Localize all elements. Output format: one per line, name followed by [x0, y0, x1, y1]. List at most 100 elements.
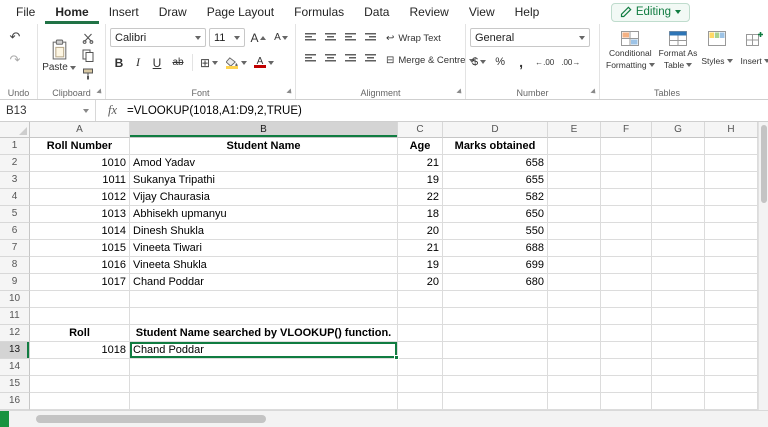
cell-H6[interactable] — [705, 223, 758, 240]
cell-G1[interactable] — [652, 138, 705, 155]
cell-C12[interactable] — [398, 325, 443, 342]
cell-G13[interactable] — [652, 342, 705, 359]
cell-F11[interactable] — [601, 308, 652, 325]
cell-F3[interactable] — [601, 172, 652, 189]
font-color-button[interactable]: A — [251, 53, 277, 72]
cell-G9[interactable] — [652, 274, 705, 291]
cell-C6[interactable]: 20 — [398, 223, 443, 240]
cell-C3[interactable]: 19 — [398, 172, 443, 189]
cell-H7[interactable] — [705, 240, 758, 257]
cell-G7[interactable] — [652, 240, 705, 257]
row-header-15[interactable]: 15 — [0, 376, 30, 393]
ribbon-tab-home[interactable]: Home — [45, 0, 98, 24]
cell-F4[interactable] — [601, 189, 652, 206]
cell-D12[interactable] — [443, 325, 548, 342]
cell-E12[interactable] — [548, 325, 601, 342]
orientation-button[interactable] — [360, 28, 380, 46]
borders-button[interactable]: ⊞ — [197, 53, 221, 72]
row-header-9[interactable]: 9 — [0, 274, 30, 291]
cell-G14[interactable] — [652, 359, 705, 376]
cell-B10[interactable] — [130, 291, 398, 308]
cell-A8[interactable]: 1016 — [30, 257, 130, 274]
fx-icon[interactable]: fx — [96, 103, 127, 118]
cell-G5[interactable] — [652, 206, 705, 223]
wrap-text-button[interactable]: ↩ Wrap Text — [384, 29, 477, 48]
cell-D8[interactable]: 699 — [443, 257, 548, 274]
cell-B8[interactable]: Vineeta Shukla — [130, 257, 398, 274]
cell-F8[interactable] — [601, 257, 652, 274]
insert-cells-button[interactable]: Insert — [739, 28, 768, 84]
ribbon-tab-draw[interactable]: Draw — [149, 0, 197, 24]
paste-button[interactable]: Paste — [42, 28, 76, 84]
cell-F1[interactable] — [601, 138, 652, 155]
cell-C1[interactable]: Age — [398, 138, 443, 155]
cell-H5[interactable] — [705, 206, 758, 223]
cell-A10[interactable] — [30, 291, 130, 308]
cell-E8[interactable] — [548, 257, 601, 274]
cut-button[interactable] — [79, 29, 97, 46]
row-header-1[interactable]: 1 — [0, 138, 30, 155]
cell-H14[interactable] — [705, 359, 758, 376]
cell-D15[interactable] — [443, 376, 548, 393]
increase-font-size-button[interactable]: A — [248, 28, 268, 47]
cell-A5[interactable]: 1013 — [30, 206, 130, 223]
cell-G3[interactable] — [652, 172, 705, 189]
middle-align-button[interactable] — [320, 28, 340, 46]
cell-F16[interactable] — [601, 393, 652, 410]
align-left-button[interactable] — [300, 49, 320, 67]
ribbon-tab-file[interactable]: File — [6, 0, 45, 24]
column-header-B[interactable]: B — [130, 122, 398, 138]
column-header-G[interactable]: G — [652, 122, 705, 138]
cell-B11[interactable] — [130, 308, 398, 325]
vertical-scrollbar-thumb[interactable] — [761, 125, 767, 203]
bold-button[interactable]: B — [110, 53, 128, 72]
cell-B3[interactable]: Sukanya Tripathi — [130, 172, 398, 189]
cell-F10[interactable] — [601, 291, 652, 308]
cell-D3[interactable]: 655 — [443, 172, 548, 189]
ribbon-tab-formulas[interactable]: Formulas — [284, 0, 354, 24]
cell-B15[interactable] — [130, 376, 398, 393]
cell-B4[interactable]: Vijay Chaurasia — [130, 189, 398, 206]
cell-C14[interactable] — [398, 359, 443, 376]
undo-button[interactable]: ↶ — [4, 28, 26, 47]
font-name-select[interactable]: Calibri — [110, 28, 206, 47]
cell-H12[interactable] — [705, 325, 758, 342]
vertical-scrollbar[interactable] — [758, 122, 768, 410]
row-header-16[interactable]: 16 — [0, 393, 30, 410]
cell-A3[interactable]: 1011 — [30, 172, 130, 189]
column-header-C[interactable]: C — [398, 122, 443, 138]
cell-C2[interactable]: 21 — [398, 155, 443, 172]
percent-style-button[interactable]: % — [491, 53, 509, 71]
cell-H2[interactable] — [705, 155, 758, 172]
cell-H13[interactable] — [705, 342, 758, 359]
ribbon-tab-view[interactable]: View — [459, 0, 505, 24]
cell-A2[interactable]: 1010 — [30, 155, 130, 172]
ribbon-tab-review[interactable]: Review — [399, 0, 458, 24]
cell-C7[interactable]: 21 — [398, 240, 443, 257]
cell-F6[interactable] — [601, 223, 652, 240]
cell-A12[interactable]: Roll — [30, 325, 130, 342]
cell-A7[interactable]: 1015 — [30, 240, 130, 257]
cell-H1[interactable] — [705, 138, 758, 155]
decrease-decimal-button[interactable]: .00→ — [559, 53, 582, 71]
cell-B2[interactable]: Amod Yadav — [130, 155, 398, 172]
accounting-format-button[interactable]: $ — [470, 53, 488, 71]
fill-color-button[interactable] — [223, 53, 249, 72]
cell-B5[interactable]: Abhisekh upmanyu — [130, 206, 398, 223]
copy-button[interactable] — [79, 47, 97, 64]
format-as-table-button[interactable]: Format As Table — [657, 28, 700, 84]
cell-A15[interactable] — [30, 376, 130, 393]
cell-G10[interactable] — [652, 291, 705, 308]
editing-mode-button[interactable]: Editing — [611, 3, 690, 22]
cell-B16[interactable] — [130, 393, 398, 410]
row-header-11[interactable]: 11 — [0, 308, 30, 325]
row-header-3[interactable]: 3 — [0, 172, 30, 189]
cell-C4[interactable]: 22 — [398, 189, 443, 206]
cell-F12[interactable] — [601, 325, 652, 342]
increase-decimal-button[interactable]: ←.00 — [533, 53, 556, 71]
cell-E1[interactable] — [548, 138, 601, 155]
top-align-button[interactable] — [300, 28, 320, 46]
cell-D13[interactable] — [443, 342, 548, 359]
name-box[interactable]: B13 — [0, 100, 96, 121]
align-right-button[interactable] — [340, 49, 360, 67]
